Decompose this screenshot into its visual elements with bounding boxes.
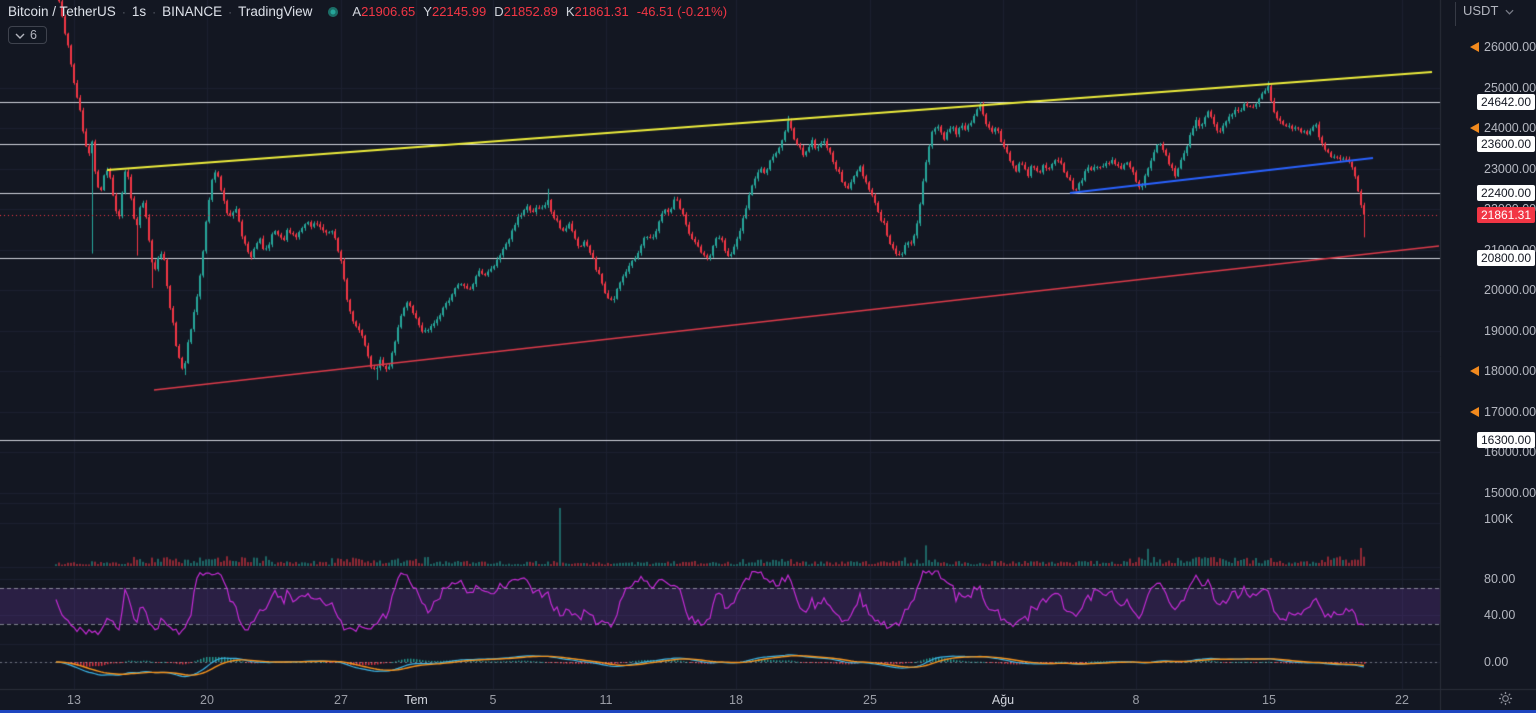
symbol-title[interactable]: Bitcoin / TetherUS — [8, 3, 116, 21]
price-axis-currency-menu[interactable]: USDT — [1463, 3, 1514, 18]
time-tick-label: Ağu — [992, 693, 1014, 707]
open-label: A — [352, 3, 361, 21]
high-label: Y — [423, 3, 432, 21]
last-price-label: 21861.31 — [1477, 207, 1535, 223]
exchange-label[interactable]: BINANCE — [162, 3, 222, 21]
open-value: 21906.65 — [361, 3, 415, 21]
high-value: 22145.99 — [432, 3, 486, 21]
axis-separator — [1455, 2, 1456, 26]
time-tick-label: Tem — [404, 693, 428, 707]
close-value: 21861.31 — [575, 3, 629, 21]
separator-dot: · — [152, 3, 156, 21]
indicator-tick-label: 100K — [1484, 512, 1513, 526]
price-tick-label: 15000.00 — [1484, 486, 1536, 500]
time-tick-label: 8 — [1133, 693, 1140, 707]
low-value: 21852.89 — [504, 3, 558, 21]
price-tick-label: 18000.00 — [1484, 364, 1536, 378]
price-tick-label: 17000.00 — [1484, 405, 1536, 419]
price-alert-icon[interactable] — [1470, 123, 1479, 133]
chevron-down-icon — [1505, 3, 1514, 18]
indicators-collapse-toggle[interactable]: 6 — [8, 26, 47, 44]
change-value: -46.51 (-0.21%) — [637, 3, 727, 21]
level-price-label: 24642.00 — [1477, 94, 1535, 110]
time-tick-label: 22 — [1395, 693, 1409, 707]
separator-dot: · — [228, 3, 232, 21]
indicator-tick-label: 0.00 — [1484, 655, 1508, 669]
market-status-dot[interactable] — [328, 7, 338, 17]
time-tick-label: 13 — [67, 693, 81, 707]
price-tick-label: 19000.00 — [1484, 324, 1536, 338]
price-tick-label: 26000.00 — [1484, 40, 1536, 54]
time-tick-label: 25 — [863, 693, 877, 707]
interval-label[interactable]: 1s — [132, 3, 146, 21]
time-tick-label: 18 — [729, 693, 743, 707]
currency-label: USDT — [1463, 3, 1498, 18]
chevron-down-icon — [15, 28, 25, 42]
price-alert-icon[interactable] — [1470, 42, 1479, 52]
platform-label[interactable]: TradingView — [238, 3, 312, 21]
level-price-label: 20800.00 — [1477, 250, 1535, 266]
symbol-row: Bitcoin / TetherUS · 1s · BINANCE · Trad… — [8, 3, 727, 21]
level-price-label: 22400.00 — [1477, 185, 1535, 201]
price-tick-label: 24000.00 — [1484, 121, 1536, 135]
time-tick-label: 15 — [1262, 693, 1276, 707]
time-tick-label: 20 — [200, 693, 214, 707]
indicator-count: 6 — [30, 28, 37, 42]
indicator-tick-label: 80.00 — [1484, 572, 1515, 586]
price-tick-label: 20000.00 — [1484, 283, 1536, 297]
low-label: D — [494, 3, 503, 21]
indicator-tick-label: 40.00 — [1484, 608, 1515, 622]
level-price-label: 23600.00 — [1477, 136, 1535, 152]
price-alert-icon[interactable] — [1470, 366, 1479, 376]
time-tick-label: 11 — [600, 693, 613, 707]
close-label: K — [566, 3, 575, 21]
time-tick-label: 5 — [490, 693, 497, 707]
price-alert-icon[interactable] — [1470, 407, 1479, 417]
tradingview-chart-window: Bitcoin / TetherUS · 1s · BINANCE · Trad… — [0, 0, 1536, 713]
ohlc-values: A21906.65 Y22145.99 D21852.89 K21861.31 … — [352, 3, 727, 21]
level-price-label: 16300.00 — [1477, 432, 1535, 448]
price-tick-label: 23000.00 — [1484, 162, 1536, 176]
price-chart-canvas[interactable] — [0, 0, 1536, 713]
chart-legend: Bitcoin / TetherUS · 1s · BINANCE · Trad… — [8, 3, 727, 44]
settings-gear-icon[interactable] — [1498, 691, 1513, 711]
time-tick-label: 27 — [334, 693, 348, 707]
separator-dot: · — [122, 3, 126, 21]
price-tick-label: 25000.00 — [1484, 81, 1536, 95]
